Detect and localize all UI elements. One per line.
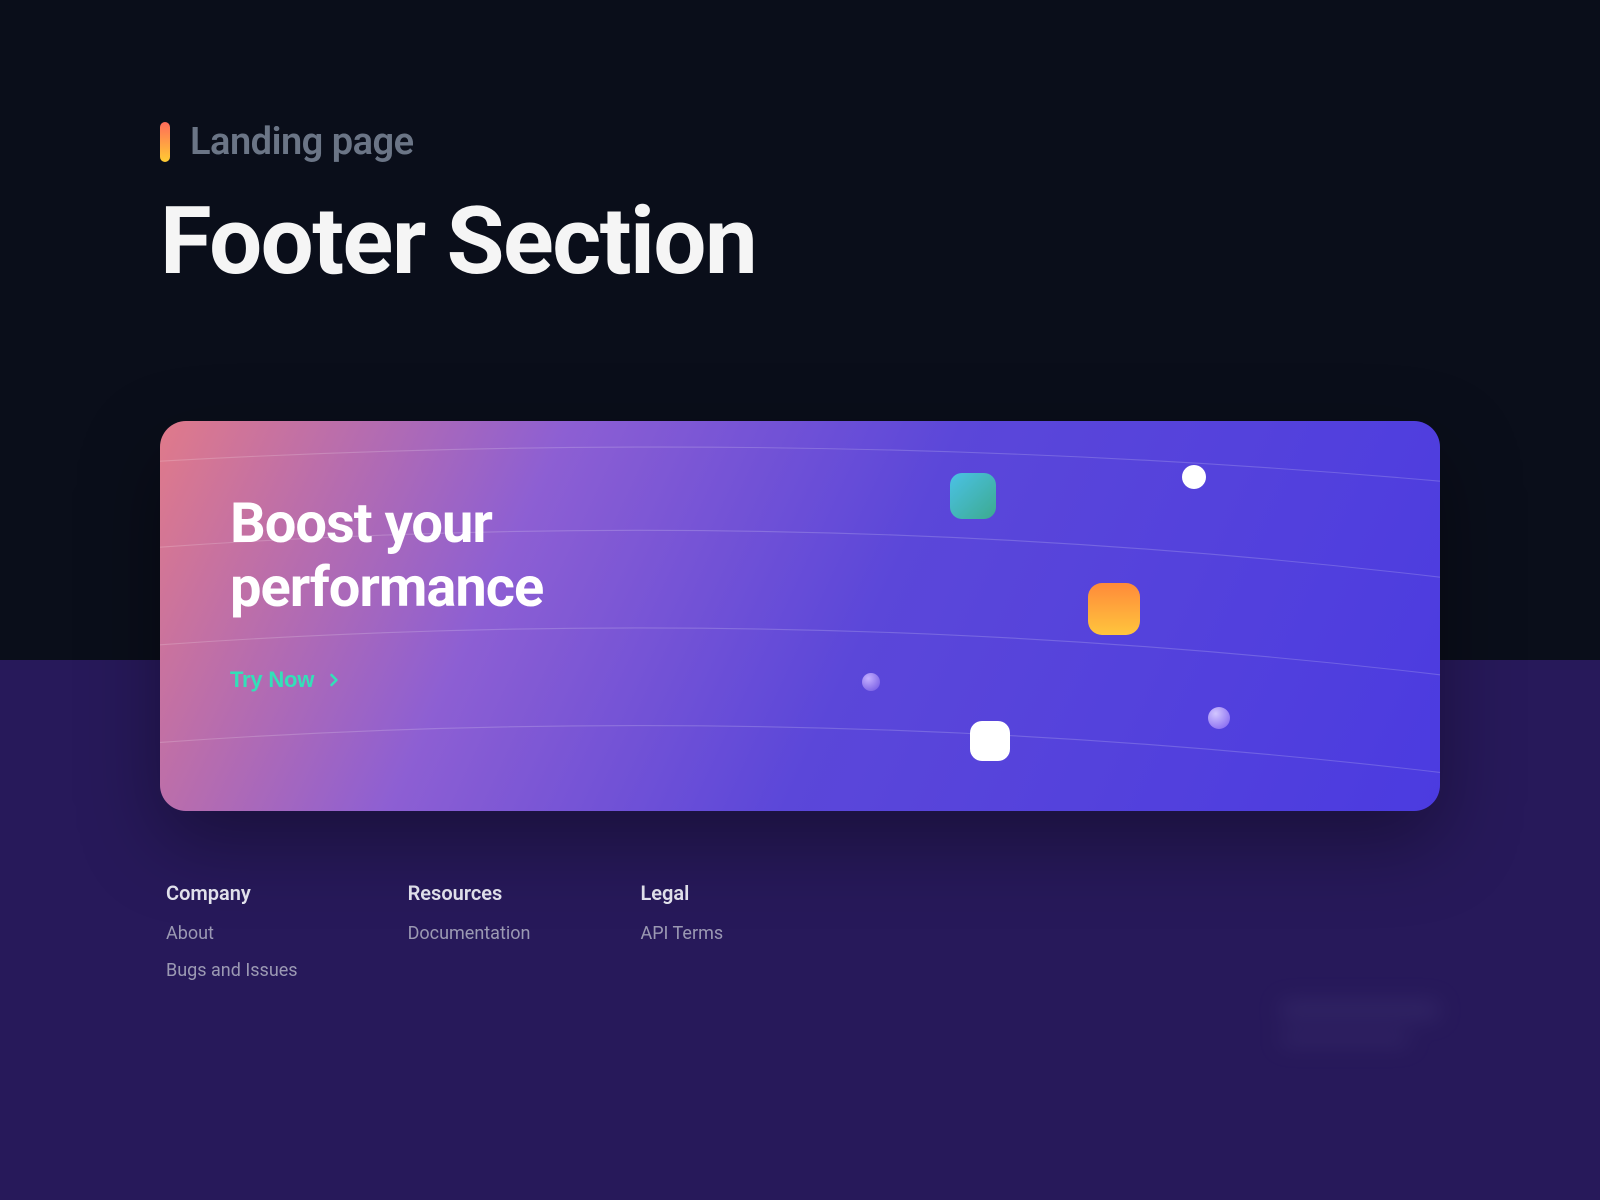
chevron-right-icon [324, 670, 344, 690]
eyebrow-row: Landing page [160, 120, 1440, 164]
page-title: Footer Section [160, 192, 1440, 291]
footer-col-company: Company About Bugs and Issues [166, 881, 298, 997]
cta-button-label: Try Now [230, 667, 314, 693]
footer-link-about[interactable]: About [166, 923, 298, 944]
decorative-dot-purple-icon [1208, 707, 1230, 729]
decorative-dot-purple-icon [862, 673, 880, 691]
decorative-square-teal-icon [950, 473, 996, 519]
decorative-square-white-icon [970, 721, 1010, 761]
footer-link-bugs[interactable]: Bugs and Issues [166, 960, 298, 981]
footer-col-title: Legal [640, 881, 723, 905]
footer-columns: Company About Bugs and Issues Resources … [160, 881, 1440, 997]
decorative-dot-white-icon [1182, 465, 1206, 489]
footer-col-title: Resources [408, 881, 531, 905]
footer-link-api-terms[interactable]: API Terms [640, 923, 723, 944]
eyebrow-text: Landing page [190, 120, 414, 164]
footer-col-legal: Legal API Terms [640, 881, 723, 997]
cta-card: Boost your performance Try Now [160, 421, 1440, 811]
blurred-badge-icon [1280, 1000, 1470, 1080]
decorative-square-orange-icon [1088, 583, 1140, 635]
footer-col-resources: Resources Documentation [408, 881, 531, 997]
footer-col-title: Company [166, 881, 298, 905]
footer-link-documentation[interactable]: Documentation [408, 923, 531, 944]
try-now-button[interactable]: Try Now [230, 667, 344, 693]
accent-bar-icon [160, 122, 170, 162]
cta-headline: Boost your performance [230, 491, 750, 620]
